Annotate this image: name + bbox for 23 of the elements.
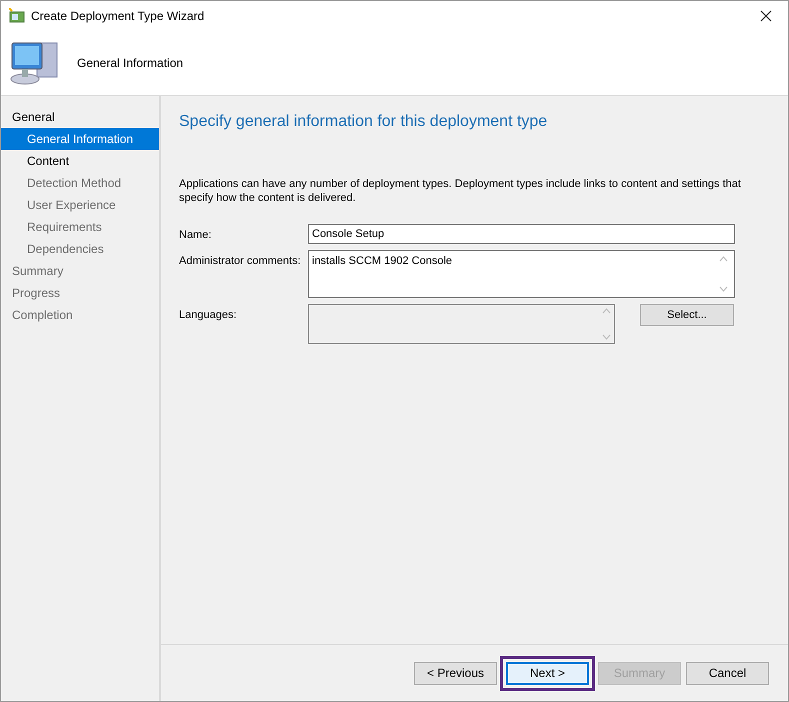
- scroll-up-icon[interactable]: [602, 308, 610, 314]
- wizard-button[interactable]: Cancel: [686, 662, 769, 684]
- languages-list[interactable]: [308, 304, 615, 344]
- select-button[interactable]: Select...: [640, 304, 734, 326]
- name-field[interactable]: Console Setup: [308, 224, 735, 244]
- field-label: Name:: [179, 228, 212, 243]
- page-title: General Information: [77, 55, 184, 72]
- scroll-down-icon[interactable]: [718, 286, 728, 292]
- sidebar-item[interactable]: General: [1, 106, 159, 128]
- wizard-button[interactable]: < Previous: [414, 662, 497, 684]
- window-title: Create Deployment Type Wizard: [31, 8, 206, 25]
- wizard-icon: [9, 8, 25, 24]
- field-label: Languages:: [179, 308, 238, 323]
- scroll-down-icon[interactable]: [602, 334, 610, 340]
- scroll-up-icon[interactable]: [718, 256, 728, 262]
- field-label: Administrator comments:: [179, 254, 302, 269]
- close-icon: [760, 10, 772, 22]
- field-value: installs SCCM 1902 Console: [312, 254, 454, 269]
- comments-field[interactable]: installs SCCM 1902 Console: [308, 250, 735, 298]
- sidebar-item[interactable]: Content: [1, 150, 159, 172]
- description-text: Applications can have any number of deployment types. Deployment types include links to content and settings that specify how the content is delivered.: [179, 177, 742, 206]
- page-heading: Specify general information for this deployment type: [179, 112, 548, 132]
- sidebar-item[interactable]: General Information: [1, 128, 159, 150]
